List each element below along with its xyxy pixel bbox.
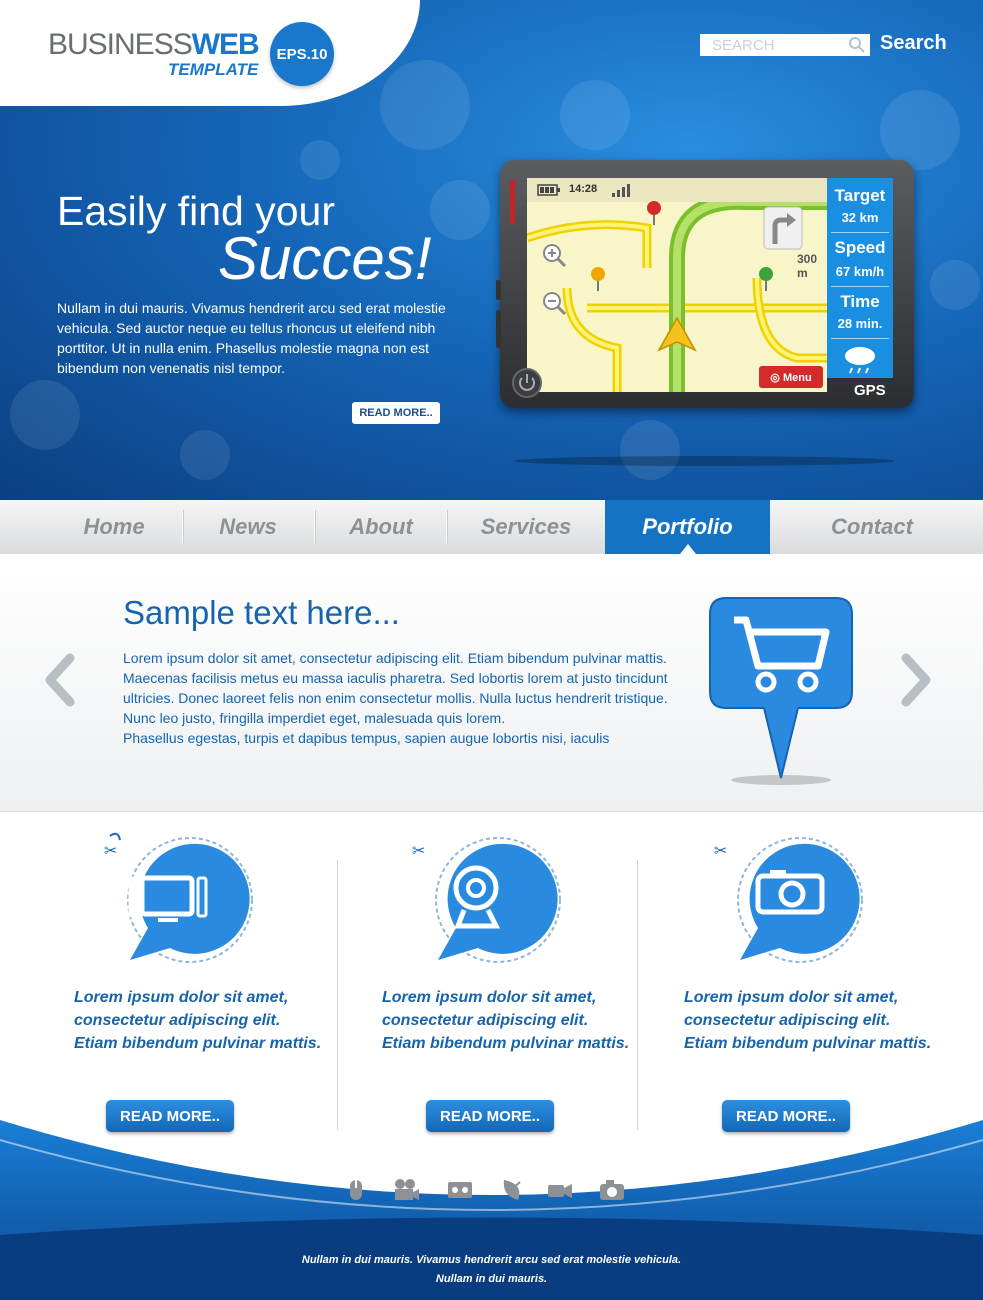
signal-icon [612, 184, 630, 197]
gps-target-label: Target [834, 186, 886, 205]
search-input[interactable] [700, 34, 870, 56]
monitor-icon[interactable]: ✂ [100, 830, 270, 980]
footer-text-short: Nullam in dui mauris. [435, 1273, 548, 1285]
nav-about[interactable]: About [316, 500, 446, 554]
logo-business-text: BUSINESS [48, 28, 193, 61]
nav-news[interactable]: News [184, 500, 312, 554]
gps-clock: 14:28 [569, 183, 598, 195]
feature-card: ✂ Lorem ipsum dolor sit amet, consectetu… [684, 830, 944, 1132]
main-navigation: Home News About Services Portfolio Conta… [0, 500, 983, 554]
gps-time-label: Time [840, 292, 880, 311]
bokeh-decoration [620, 420, 680, 480]
feature-description: Lorem ipsum dolor sit amet, consectetur … [684, 989, 932, 1052]
feature-divider [637, 860, 638, 1130]
gps-side-button [496, 280, 501, 300]
search-icon[interactable] [848, 36, 866, 54]
svg-text:✂: ✂ [104, 841, 117, 860]
feature-description: Lorem ipsum dolor sit amet, consectetur … [74, 989, 322, 1052]
nav-services[interactable]: Services [448, 500, 604, 554]
feature-description: Lorem ipsum dolor sit amet, consectetur … [382, 989, 630, 1052]
gps-side-button [496, 310, 501, 348]
footer: Nullam in dui mauris. Vivamus hendrerit … [0, 1120, 983, 1300]
chevron-right-icon[interactable] [896, 650, 936, 710]
slide-title: Sample text here... [123, 594, 400, 631]
turn-right-icon [763, 206, 803, 250]
cassette-icon[interactable] [446, 1176, 474, 1204]
zoom-in-icon[interactable] [541, 242, 567, 268]
slide-body-text-2: Phasellus egestas, turpis et dapibus tem… [123, 730, 610, 746]
gps-shadow [515, 456, 895, 466]
search-button[interactable]: Search [880, 32, 947, 55]
svg-text:✂: ✂ [714, 841, 727, 860]
hero-read-more-button[interactable]: READ MORE.. [352, 402, 440, 424]
battery-icon [537, 184, 560, 196]
gps-target-value: 32 km [841, 210, 879, 225]
hero-banner: BUSINESSWEB TEMPLATE EPS.10 Search Easil… [0, 0, 983, 500]
nav-divider [446, 510, 447, 544]
chevron-left-icon[interactable] [40, 650, 80, 710]
bokeh-decoration [430, 180, 490, 240]
feature-card: ✂ Lorem ipsum dolor sit amet, consectetu… [74, 830, 334, 1132]
camcorder-icon[interactable] [546, 1176, 574, 1204]
feature-divider [337, 860, 338, 1130]
hero-description: Nullam in dui mauris. Vivamus hendrerit … [57, 300, 446, 376]
gps-indicator-strip [510, 180, 515, 224]
navigation-arrow-icon [657, 316, 697, 352]
bokeh-decoration [930, 260, 980, 310]
hero-headline-accent: Succes! [218, 225, 432, 292]
gps-time-value: 28 min. [837, 316, 883, 331]
globe-icon: ◎ [770, 371, 780, 384]
zoom-out-icon[interactable] [541, 290, 567, 316]
footer-text: Nullam in dui mauris. Vivamus hendrerit … [301, 1254, 682, 1266]
gps-divider [831, 286, 889, 287]
mouse-icon[interactable] [342, 1176, 370, 1204]
satellite-dish-icon[interactable] [498, 1176, 526, 1204]
power-icon[interactable] [512, 368, 542, 398]
bokeh-decoration [880, 90, 960, 170]
gps-speed-value: 67 km/h [835, 264, 885, 279]
bokeh-decoration [380, 60, 470, 150]
slide-body-text: Lorem ipsum dolor sit amet, consectetur … [123, 650, 668, 726]
map-pin-icon [591, 267, 605, 291]
nav-divider [182, 510, 183, 544]
photo-camera-icon[interactable] [598, 1176, 626, 1204]
bokeh-decoration [560, 80, 630, 150]
camera-icon[interactable]: ✂ [710, 830, 880, 980]
map-pin-icon [647, 201, 661, 225]
nav-divider [314, 510, 315, 544]
gps-device: 14:28 300 m ◎ Menu Target 32 km Speed 67… [496, 160, 914, 408]
gps-map-screen: 14:28 300 m ◎ Menu [527, 178, 827, 392]
gps-menu-label: Menu [782, 371, 812, 384]
weather-icon [845, 347, 875, 374]
bokeh-decoration [10, 380, 80, 450]
nav-contact[interactable]: Contact [772, 500, 972, 554]
feature-card: ✂ Lorem ipsum dolor sit amet, consectetu… [382, 830, 642, 1132]
bokeh-decoration [300, 140, 340, 180]
featured-slider: Sample text here... Lorem ipsum dolor si… [0, 554, 983, 812]
svg-text:✂: ✂ [412, 841, 425, 860]
logo-web-text: WEB [191, 28, 260, 61]
logo-wordmark[interactable]: BUSINESSWEB [48, 28, 260, 62]
shopping-cart-icon[interactable] [706, 592, 856, 792]
gps-menu-button[interactable]: ◎ Menu [759, 366, 823, 388]
gps-brand-label: GPS [854, 382, 886, 399]
nav-home[interactable]: Home [48, 500, 180, 554]
gps-status-bar: 14:28 [527, 178, 827, 202]
webcam-icon[interactable]: ✂ [408, 830, 578, 980]
home-pin-icon [759, 267, 773, 291]
eps-badge: EPS.10 [270, 22, 334, 86]
logo-subtitle: TEMPLATE [168, 60, 259, 79]
gps-speed-label: Speed [834, 238, 886, 257]
gps-divider [831, 338, 889, 339]
bokeh-decoration [180, 430, 230, 480]
gps-distance-label: 300 m [797, 252, 818, 280]
logo-area: BUSINESSWEB TEMPLATE EPS.10 [0, 0, 420, 106]
gps-info-panel: Target 32 km Speed 67 km/h Time 28 min. [827, 178, 893, 378]
film-camera-icon[interactable] [392, 1176, 420, 1204]
slide-description: Lorem ipsum dolor sit amet, consectetur … [123, 648, 683, 748]
gps-divider [831, 232, 889, 233]
nav-active-indicator [680, 544, 696, 554]
